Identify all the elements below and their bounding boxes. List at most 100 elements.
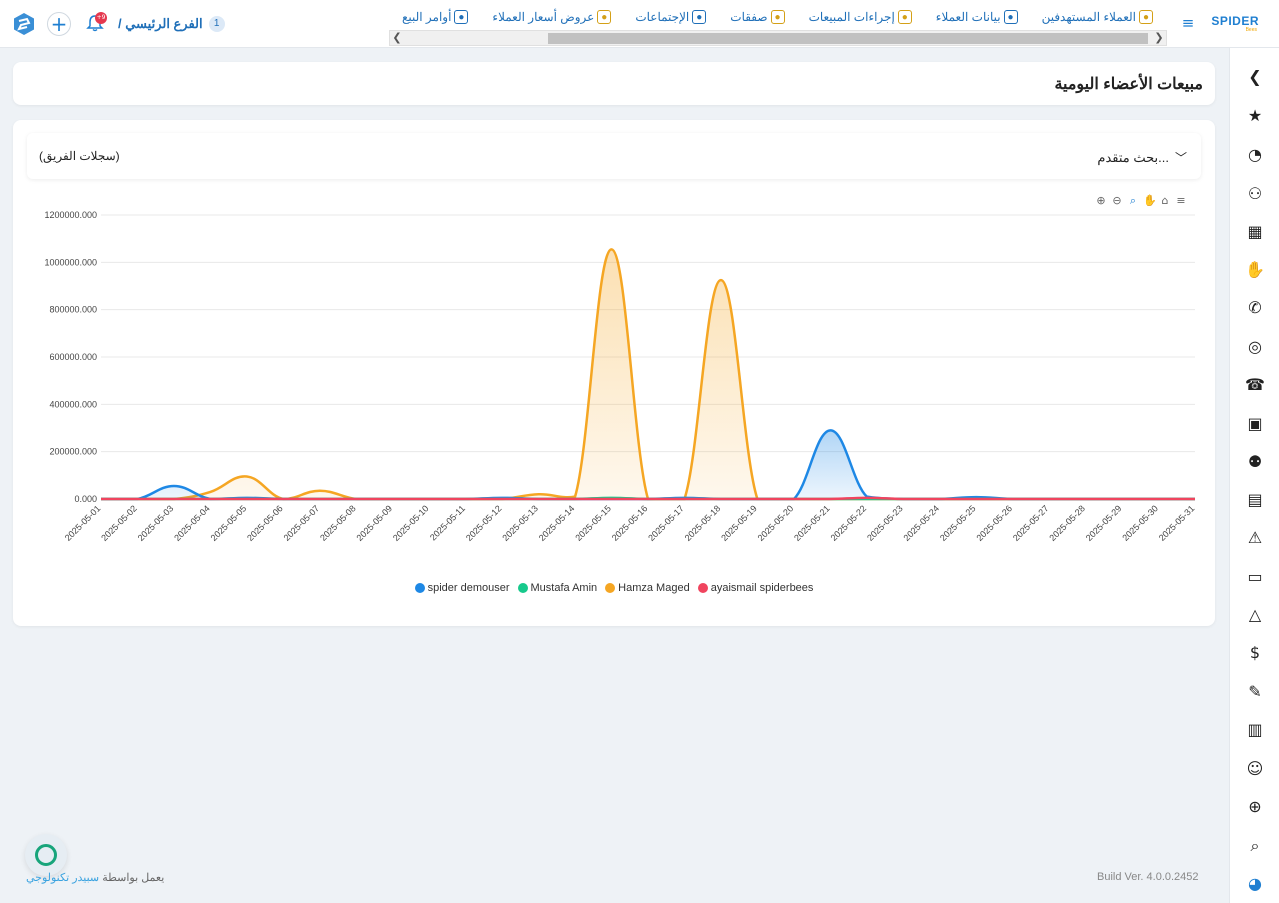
pie-chart-icon[interactable]: ◕	[1244, 873, 1266, 895]
x-tick-label: 2025-05-21	[792, 503, 832, 543]
legend-marker	[605, 583, 616, 593]
module-nav: ● العملاء المستهدفين ● بيانات العملاء ● إجراء…	[389, 0, 1167, 48]
signature-icon[interactable]: ✎	[1244, 681, 1266, 703]
dashboard-gauge-icon[interactable]: ◔	[1244, 144, 1266, 166]
nav-item-label: إجراءات المبيعات	[808, 10, 895, 24]
x-tick-label: 2025-05-30	[1120, 503, 1160, 543]
x-tick-label: 2025-05-03	[136, 503, 176, 543]
team-icon[interactable]: ⚉	[1244, 451, 1266, 473]
favorites-star-icon[interactable]: ★	[1244, 105, 1266, 127]
right-sidebar: ❮ ★ ◔ ⚇ ▦ ✋ ✆ ◎ ☎ ▣ ⚉ ▤ ⚠ ▭ △ $ ✎ ▥ ☺ ⊕ …	[1229, 48, 1279, 903]
legend-marker	[517, 583, 528, 593]
deals-icon: ●	[770, 10, 785, 24]
branch-logo-icon[interactable]	[12, 12, 36, 36]
scrollbar-thumb[interactable]	[548, 33, 1148, 44]
powered-brand-link[interactable]: سبيدر تكنولوجي	[26, 872, 99, 884]
nav-item-label: بيانات العملاء	[935, 10, 1001, 24]
collapse-chevron-icon[interactable]: ❮	[1244, 66, 1266, 88]
y-tick-label: 400000.000	[49, 399, 97, 409]
x-tick-label: 2025-05-29	[1084, 503, 1124, 543]
invoice-dollar-icon[interactable]: $	[1244, 642, 1266, 664]
x-tick-label: 2025-05-27	[1011, 503, 1051, 543]
telephone-icon[interactable]: ☎	[1244, 374, 1266, 396]
video-call-icon[interactable]: ▭	[1244, 566, 1266, 588]
x-tick-label: 2025-05-11	[428, 503, 467, 542]
x-tick-label: 2025-05-16	[610, 503, 650, 543]
branch-selector[interactable]: 1 الفرع الرئيسي /	[118, 16, 225, 32]
x-tick-label: 2025-05-07	[282, 503, 322, 543]
location-target-icon[interactable]: ◎	[1244, 336, 1266, 358]
building-icon[interactable]: ▦	[1244, 221, 1266, 243]
calendar-add-icon[interactable]: ▣	[1244, 413, 1266, 435]
series-area-2	[101, 249, 1195, 499]
target-customers-icon: ●	[1139, 10, 1153, 24]
sales-orders-icon: ●	[454, 10, 469, 24]
branch-number: 1	[208, 16, 225, 32]
legend-marker	[697, 583, 708, 593]
nav-item-0[interactable]: ● العملاء المستهدفين	[1042, 10, 1153, 24]
phone-call-icon[interactable]: ✆	[1244, 297, 1266, 319]
logo-text: SPIDER	[1211, 14, 1259, 28]
chart-card: ﹀ بحث متقدم... (سجلات الفريق) ⊕ ⊖ ⌕ ✋ ⌂ …	[13, 120, 1215, 626]
series-line-3	[100, 496, 1195, 501]
nav-item-5[interactable]: ● عروض أسعار العملاء	[492, 10, 612, 24]
y-tick-label: 200000.000	[49, 447, 97, 457]
legend-label: ayaismail spiderbees	[710, 582, 814, 594]
x-tick-label: 2025-05-13	[500, 503, 540, 543]
meetings-icon: ●	[692, 10, 707, 24]
spider-logo[interactable]: SPIDER Bees	[1211, 14, 1259, 36]
users-icon[interactable]: ⚇	[1244, 183, 1266, 205]
legend-item-3[interactable]: ayaismail spiderbees	[697, 582, 814, 594]
x-tick-label: 2025-05-22	[829, 503, 869, 543]
y-tick-label: 0.000	[74, 494, 97, 504]
top-bar: SPIDER Bees ≡ ● العملاء المستهدفين ● بيانات…	[0, 0, 1279, 48]
user-settings-icon[interactable]: ☺	[1244, 758, 1266, 780]
menu-icon[interactable]: ≡	[1181, 16, 1195, 31]
nav-item-2[interactable]: ● إجراءات المبيعات	[809, 10, 912, 24]
branch-name: الفرع الرئيسي /	[118, 16, 203, 31]
scroll-right-icon[interactable]: ❯	[1152, 30, 1166, 46]
legend-item-1[interactable]: Mustafa Amin	[517, 582, 598, 594]
money-icon[interactable]: ▤	[1244, 489, 1266, 511]
quotations-icon: ●	[597, 10, 612, 24]
mountain-icon[interactable]: △	[1244, 604, 1266, 626]
x-tick-label: 2025-05-12	[464, 503, 504, 543]
notifications-button[interactable]: +9	[86, 12, 107, 36]
nav-item-4[interactable]: ● الإجتماعات	[635, 10, 707, 24]
hand-coin-icon[interactable]: ✋	[1244, 259, 1266, 281]
nav-item-1[interactable]: ● بيانات العملاء	[936, 10, 1018, 24]
x-tick-label: 2025-05-19	[719, 503, 759, 543]
module-nav-items: ● العملاء المستهدفين ● بيانات العملاء ● إجراء…	[402, 6, 1153, 28]
loading-spinner	[25, 834, 67, 876]
customer-data-icon: ●	[1003, 10, 1018, 24]
legend-marker	[414, 583, 425, 593]
add-button[interactable]: +	[47, 12, 71, 36]
nav-item-label: أوامر البيع	[401, 10, 452, 24]
nav-item-6[interactable]: ● أوامر البيع	[401, 10, 469, 24]
nav-item-label: الإجتماعات	[635, 10, 690, 24]
cash-register-icon[interactable]: ▥	[1244, 719, 1266, 741]
powered-by: يعمل بواسطة سبيدر تكنولوجي	[26, 871, 164, 884]
x-tick-label: 2025-05-26	[974, 503, 1014, 543]
notification-badge: +9	[95, 12, 107, 24]
page-title: مبيعات الأعضاء اليومية	[1054, 76, 1203, 93]
y-tick-label: 800000.000	[49, 305, 97, 315]
x-tick-label: 2025-05-01	[63, 503, 103, 543]
x-tick-label: 2025-05-25	[938, 503, 978, 543]
legend-item-2[interactable]: Hamza Maged	[605, 582, 690, 594]
x-tick-label: 2025-05-05	[209, 503, 249, 543]
nav-item-3[interactable]: ● صفقات	[730, 10, 785, 24]
x-tick-label: 2025-05-28	[1047, 503, 1087, 543]
document-add-icon[interactable]: ⊕	[1244, 796, 1266, 818]
x-tick-label: 2025-05-06	[245, 503, 285, 543]
page-title-card: مبيعات الأعضاء اليومية	[13, 62, 1215, 105]
scroll-left-icon[interactable]: ❮	[390, 30, 404, 46]
powered-prefix: يعمل بواسطة	[102, 872, 165, 884]
build-version: Build Ver. 4.0.0.2452	[1097, 871, 1199, 883]
nav-scrollbar[interactable]: ❮ ❯	[389, 30, 1167, 46]
x-tick-label: 2025-05-15	[573, 503, 613, 543]
legend-label: Mustafa Amin	[530, 582, 598, 594]
document-search-icon[interactable]: ⌕	[1244, 835, 1266, 857]
legend-item-0[interactable]: spider demouser	[414, 582, 510, 594]
warning-icon[interactable]: ⚠	[1244, 527, 1266, 549]
